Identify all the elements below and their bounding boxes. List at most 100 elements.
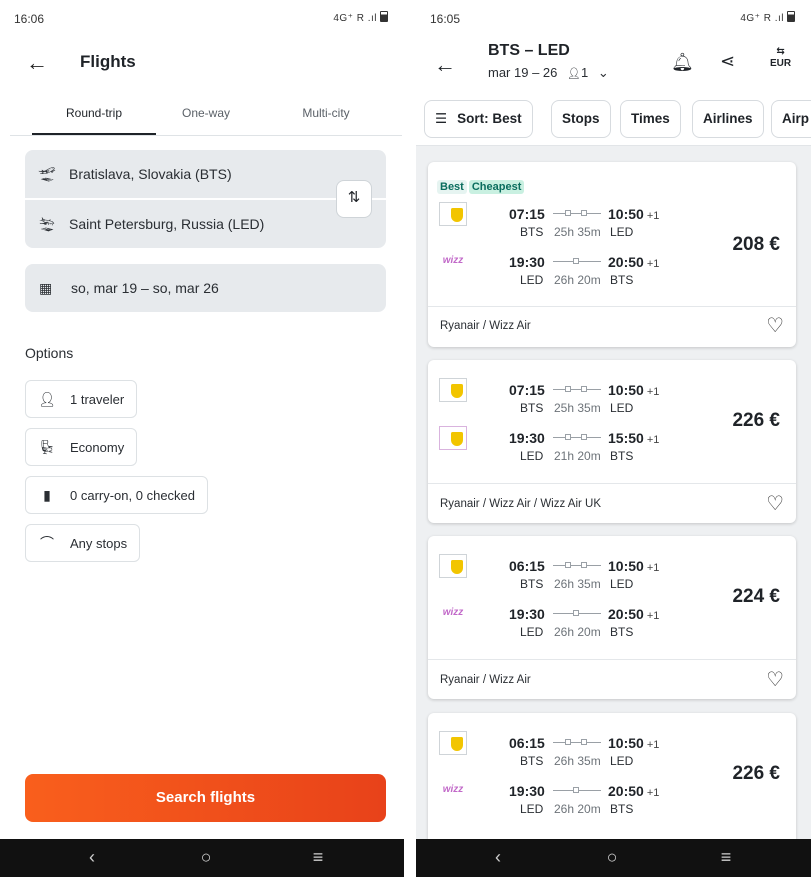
origin-code: BTS (520, 401, 544, 415)
results-screen: 16:05 4G⁺ R .ıl ← BTS – LED mar 19 – 26 … (416, 0, 811, 877)
route-line (553, 562, 601, 568)
sort-icon: ☰ (435, 111, 448, 126)
back-arrow-icon[interactable]: ← (26, 50, 48, 76)
screen-separator (404, 0, 416, 877)
destination-field[interactable]: 🛬︎ Saint Petersburg, Russia (LED) (25, 200, 386, 248)
wizz-logo-icon: wizz (442, 255, 464, 266)
travelers-label: 1 traveler (70, 391, 125, 407)
result-card[interactable]: Best Cheapest 07:15 10:50 +1 BTS 25h 35m L… (428, 162, 796, 347)
nav-recents-icon[interactable]: ≡ (706, 847, 746, 868)
ryanair-logo-icon (439, 202, 467, 226)
nav-home-icon[interactable]: ○ (186, 847, 226, 868)
price: 226 € (732, 410, 780, 431)
destination-code: BTS (610, 273, 634, 287)
app-bar: ← Flights (0, 42, 404, 82)
price: 224 € (732, 586, 780, 607)
status-icons: 4G⁺ R .ıl (740, 11, 795, 24)
ryanair-logo-icon (439, 554, 467, 578)
departure-time: 19:30 (509, 606, 545, 622)
airports-filter-button[interactable]: Airp (771, 100, 811, 138)
stops-chip[interactable]: ⌒ Any stops (25, 524, 141, 562)
route-line (553, 739, 601, 745)
options-heading: Options (25, 345, 74, 361)
person-icon: 👤︎ (38, 390, 56, 407)
result-card[interactable]: 06:15 10:50 +1 BTS 26h 35m LED wizz 19:30… (428, 536, 796, 699)
sort-label: Sort: Best (457, 111, 522, 126)
currency-code: EUR (770, 58, 792, 69)
duration: 25h 35m (554, 225, 601, 239)
departure-time: 06:15 (509, 735, 545, 751)
status-bar: 16:06 4G⁺ R .ıl (0, 0, 404, 38)
nav-back-icon[interactable]: ‹ (478, 847, 518, 868)
travelers-count: 1 (580, 65, 589, 80)
swap-button[interactable]: ⇅ (336, 180, 372, 218)
nav-back-icon[interactable]: ‹ (72, 847, 112, 868)
calendar-icon: ▦ (39, 279, 53, 296)
tab-one-way[interactable]: One-way (144, 106, 268, 120)
nav-home-icon[interactable]: ○ (592, 847, 632, 868)
bell-icon[interactable]: 🔔︎ (671, 52, 694, 73)
route-icon: ⌒ (40, 535, 54, 551)
travelers-chip[interactable]: 👤︎ 1 traveler (25, 380, 138, 418)
tab-multi-city[interactable]: Multi-city (264, 106, 388, 120)
currency-button[interactable]: ⇆ EUR (770, 46, 791, 70)
outbound-segment: 06:15 10:50 +1 BTS 26h 35m LED (428, 731, 698, 775)
nav-recents-icon[interactable]: ≡ (298, 847, 338, 868)
result-card[interactable]: 07:15 10:50 +1 BTS 25h 35m LED 19:30 15:5… (428, 360, 796, 523)
currency-icon: ⇆ (776, 46, 785, 57)
cabin-label: Economy (70, 439, 125, 455)
share-icon[interactable]: ⋖ (720, 51, 735, 72)
duration: 26h 35m (554, 577, 601, 591)
status-icons: 4G⁺ R .ıl (333, 11, 388, 24)
departure-time: 19:30 (509, 430, 545, 446)
back-arrow-icon[interactable]: ← (434, 52, 456, 78)
tab-round-trip[interactable]: Round-trip (32, 106, 156, 120)
heart-icon[interactable]: ♡ (766, 667, 784, 692)
trip-type-tabs: Round-trip One-way Multi-city (10, 100, 402, 136)
luggage-icon: ▮ (43, 486, 51, 503)
airlines-filter-button[interactable]: Airlines (692, 100, 764, 138)
return-segment: wizz 19:30 20:50 +1 LED 26h 20m BTS (428, 254, 698, 294)
duration: 26h 20m (554, 273, 601, 287)
date-field[interactable]: ▦ so, mar 19 – so, mar 26 (25, 264, 386, 312)
origin-field[interactable]: 🛫︎ Bratislava, Slovakia (BTS) (25, 150, 386, 198)
outbound-segment: 07:15 10:50 +1 BTS 25h 35m LED (428, 378, 698, 422)
cheapest-badge: Cheapest (468, 180, 525, 194)
stops-filter-button[interactable]: Stops (551, 100, 611, 138)
person-icon: 👤︎ (567, 68, 581, 80)
trip-summary[interactable]: mar 19 – 26 👤︎1 ⌄ (488, 65, 609, 81)
swap-icon: ⇅ (347, 189, 361, 206)
route-title: BTS – LED (488, 42, 570, 59)
sort-button[interactable]: ☰ Sort: Best (424, 100, 533, 138)
route-line (553, 434, 601, 440)
origin-code: LED (520, 802, 544, 816)
heart-icon[interactable]: ♡ (766, 313, 784, 338)
duration: 25h 35m (554, 401, 601, 415)
route-line (553, 210, 601, 216)
search-flights-button[interactable]: Search flights (25, 774, 386, 822)
chevron-down-icon: ⌄ (597, 65, 609, 80)
heart-icon[interactable]: ♡ (766, 491, 784, 516)
arrival-time: 20:50 +1 (608, 606, 660, 622)
bags-chip[interactable]: ▮ 0 carry-on, 0 checked (25, 476, 209, 514)
origin-code: BTS (520, 225, 544, 239)
wizz-logo-icon: wizz (442, 784, 464, 795)
destination-code: LED (610, 401, 634, 415)
departure-time: 19:30 (509, 783, 545, 799)
stops-label: Any stops (70, 535, 128, 551)
card-divider (428, 659, 796, 660)
route-line (553, 258, 601, 264)
origin-code: LED (520, 625, 544, 639)
times-filter-button[interactable]: Times (620, 100, 681, 138)
signal-icon: 4G⁺ R .ıl (333, 13, 377, 24)
result-card[interactable]: 06:15 10:50 +1 BTS 26h 35m LED wizz 19:30… (428, 713, 796, 853)
seat-icon: 💺︎ (38, 438, 56, 455)
ryanair-logo-icon (439, 731, 467, 755)
duration: 26h 20m (554, 625, 601, 639)
duration: 26h 20m (554, 802, 601, 816)
cabin-class-chip[interactable]: 💺︎ Economy (25, 428, 138, 466)
origin-code: LED (520, 449, 544, 463)
carriers: Ryanair / Wizz Air (440, 320, 531, 332)
duration: 21h 20m (554, 449, 601, 463)
battery-icon (380, 11, 388, 22)
